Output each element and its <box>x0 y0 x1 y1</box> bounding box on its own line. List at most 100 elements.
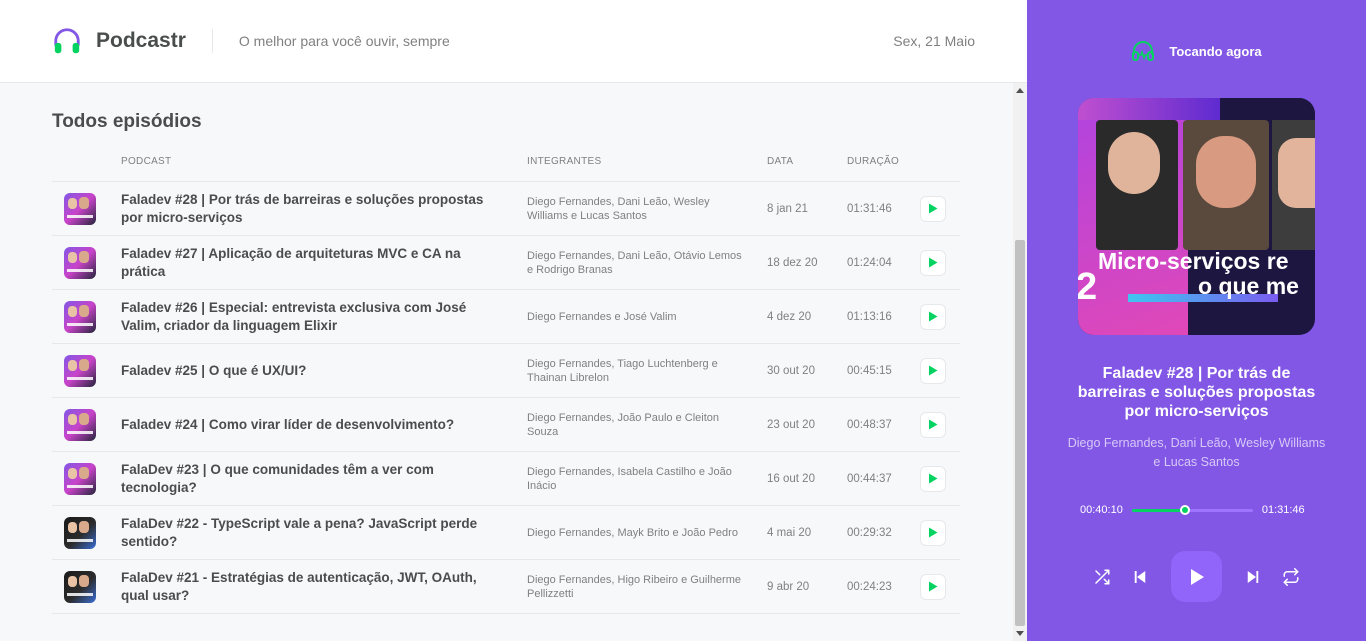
episode-thumbnail[interactable] <box>64 354 96 387</box>
scrollbar[interactable] <box>1013 83 1027 641</box>
thumb-face <box>79 574 89 587</box>
table-row[interactable]: Faladev #25 | O que é UX/UI? Diego Fernan… <box>52 344 960 398</box>
episode-thumbnail[interactable] <box>64 192 96 225</box>
scroll-up-arrow-icon[interactable] <box>1016 88 1024 93</box>
title-cell: Faladev #24 | Como virar líder de desenv… <box>121 416 527 434</box>
play-icon <box>929 311 938 322</box>
scroll-down-arrow-icon[interactable] <box>1016 631 1024 636</box>
table-row[interactable]: FalaDev #23 | O que comunidades têm a ve… <box>52 452 960 506</box>
thumb-face <box>79 358 89 371</box>
episode-thumbnail[interactable] <box>64 246 96 279</box>
episode-title-link[interactable]: FalaDev #21 - Estratégias de autenticaçã… <box>121 570 477 603</box>
column-podcast: PODCAST <box>121 156 172 167</box>
play-cell <box>920 573 960 600</box>
title-cell: FalaDev #23 | O que comunidades têm a ve… <box>121 461 527 497</box>
progress-bar: 00:40:10 01:31:46 <box>1080 504 1320 516</box>
thumb-cell <box>52 462 121 495</box>
previous-button[interactable] <box>1121 558 1159 596</box>
episode-duration: 00:45:15 <box>847 364 892 377</box>
thumb-cell <box>52 246 121 279</box>
title-cell: Faladev #28 | Por trás de barreiras e so… <box>121 191 527 227</box>
table-row[interactable]: Faladev #28 | Por trás de barreiras e so… <box>52 182 960 236</box>
episode-title-link[interactable]: FalaDev #22 - TypeScript vale a pena? Ja… <box>121 516 477 549</box>
title-cell: Faladev #26 | Especial: entrevista exclu… <box>121 299 527 335</box>
thumb-face <box>79 250 89 263</box>
title-cell: Faladev #25 | O que é UX/UI? <box>121 362 527 380</box>
episode-title-link[interactable]: Faladev #28 | Por trás de barreiras e so… <box>121 192 483 225</box>
scrollbar-thumb[interactable] <box>1015 240 1025 626</box>
play-episode-button[interactable] <box>920 465 946 492</box>
episode-title-link[interactable]: Faladev #25 | O que é UX/UI? <box>121 363 306 378</box>
shuffle-icon <box>1095 569 1110 584</box>
episode-members: Diego Fernandes, João Paulo e Cleiton So… <box>527 411 720 438</box>
thumb-face <box>79 466 89 479</box>
play-icon <box>929 581 938 592</box>
episode-date: 23 out 20 <box>767 418 815 431</box>
episode-duration: 01:31:46 <box>847 202 892 215</box>
shuffle-button[interactable] <box>1083 558 1121 596</box>
next-button[interactable] <box>1234 558 1272 596</box>
table-row[interactable]: FalaDev #22 - TypeScript vale a pena? Ja… <box>52 506 960 560</box>
play-episode-button[interactable] <box>920 411 946 438</box>
cover-person-face <box>1278 138 1315 208</box>
table-row[interactable]: Faladev #27 | Aplicação de arquiteturas … <box>52 236 960 290</box>
progress-handle[interactable] <box>1180 504 1191 515</box>
now-playing-header: Tocando agora <box>1027 41 1366 61</box>
progress-track[interactable] <box>1131 504 1253 515</box>
play-episode-button[interactable] <box>920 357 946 384</box>
thumb-face <box>68 251 77 263</box>
play-cell <box>920 411 960 438</box>
episode-thumbnail[interactable] <box>64 516 96 549</box>
play-icon <box>929 419 938 430</box>
thumb-face <box>68 575 77 587</box>
play-episode-button[interactable] <box>920 519 946 546</box>
episode-title-link[interactable]: Faladev #27 | Aplicação de arquiteturas … <box>121 246 461 279</box>
episode-thumbnail[interactable] <box>64 462 96 495</box>
cover-number: 2 <box>1078 266 1098 308</box>
next-icon <box>1247 570 1259 583</box>
playing-episode-members: Diego Fernandes, Dani Leão, Wesley Willi… <box>1067 436 1326 469</box>
column-date: DATA <box>767 156 794 167</box>
episode-title-link[interactable]: FalaDev #23 | O que comunidades têm a ve… <box>121 462 434 495</box>
play-button[interactable] <box>1171 551 1222 602</box>
episode-thumbnail[interactable] <box>64 300 96 333</box>
thumb-bar <box>67 376 93 380</box>
thumb-cell <box>52 570 121 603</box>
table-row[interactable]: FalaDev #21 - Estratégias de autenticaçã… <box>52 560 960 614</box>
repeat-button[interactable] <box>1272 558 1310 596</box>
logo: Podcastr <box>52 26 186 56</box>
episode-duration: 00:44:37 <box>847 472 892 485</box>
play-icon <box>929 203 938 214</box>
thumb-face <box>79 304 89 317</box>
play-icon <box>1190 568 1204 585</box>
episode-title-link[interactable]: Faladev #24 | Como virar líder de desenv… <box>121 417 454 432</box>
thumb-cell <box>52 192 121 225</box>
title-cell: FalaDev #21 - Estratégias de autenticaçã… <box>121 569 527 605</box>
play-episode-button[interactable] <box>920 303 946 330</box>
episode-thumbnail[interactable] <box>64 570 96 603</box>
table-row[interactable]: Faladev #24 | Como virar líder de desenv… <box>52 398 960 452</box>
play-episode-button[interactable] <box>920 195 946 222</box>
cover-stripe <box>1078 98 1315 120</box>
thumb-face <box>68 305 77 317</box>
episode-title-link[interactable]: Faladev #26 | Especial: entrevista exclu… <box>121 300 466 333</box>
header-divider <box>211 29 213 53</box>
play-episode-button[interactable] <box>920 573 946 600</box>
episode-duration: 00:24:23 <box>847 580 892 593</box>
tagline: O melhor para você ouvir, sempre <box>238 33 450 49</box>
play-episode-button[interactable] <box>920 249 946 276</box>
progress-fill <box>1131 508 1186 512</box>
play-icon <box>929 527 938 538</box>
thumb-face <box>79 196 89 209</box>
thumb-cell <box>52 300 121 333</box>
thumb-cell <box>52 354 121 387</box>
thumb-face <box>68 359 77 371</box>
page-title: Todos episódios <box>52 111 202 132</box>
thumb-bar <box>67 214 93 218</box>
table-row[interactable]: Faladev #26 | Especial: entrevista exclu… <box>52 290 960 344</box>
headphones-icon <box>54 28 80 54</box>
thumb-bar <box>67 268 93 272</box>
thumb-bar <box>67 592 93 596</box>
episode-thumbnail[interactable] <box>64 408 96 441</box>
play-cell <box>920 357 960 384</box>
